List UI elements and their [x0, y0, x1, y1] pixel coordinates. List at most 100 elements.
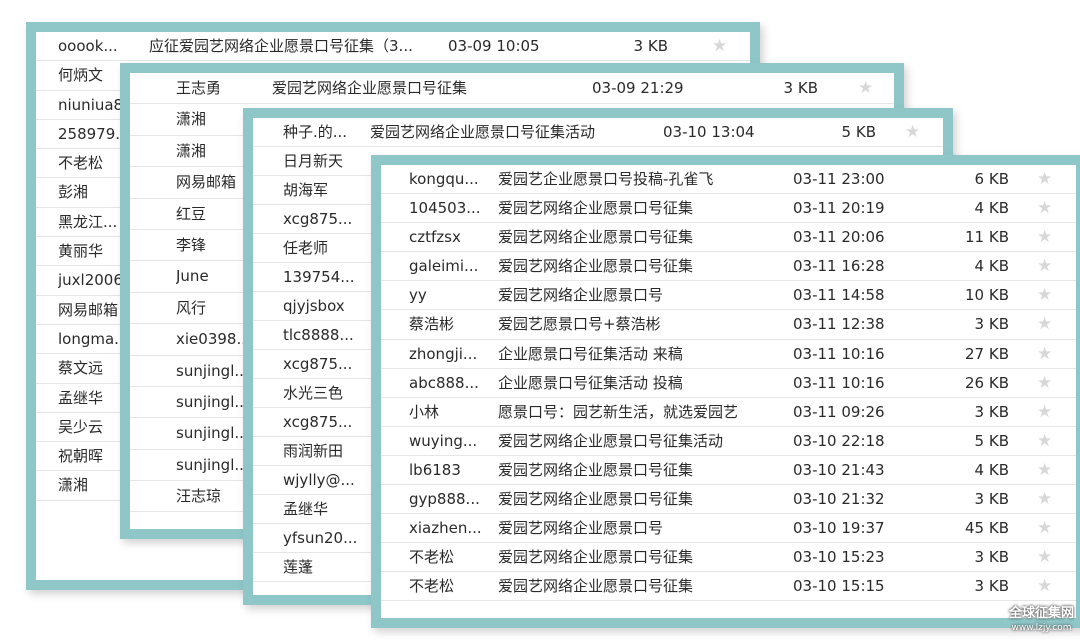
mail-row[interactable]: lb6183 爱园艺网络企业愿景口号征集 03-10 21:43 4 KB ★: [381, 456, 1076, 486]
size: 3 KB: [974, 548, 1009, 567]
date: 03-11 10:16: [793, 344, 885, 363]
date: 03-11 14:58: [793, 286, 885, 305]
size: 6 KB: [974, 170, 1009, 188]
mail-row[interactable]: 小林 愿景口号：园艺新生活，就选爱园艺 03-11 09:26 3 KB ★: [381, 398, 1076, 427]
sender: 蔡浩彬: [409, 315, 455, 334]
subject: 企业愿景口号征集活动 来稿: [498, 344, 683, 363]
mail-row[interactable]: galeimi... 爱园艺网络企业愿景口号征集 03-11 16:28 4 KB ★: [381, 252, 1076, 282]
size: 4 KB: [974, 199, 1009, 218]
mail-row[interactable]: yy 爱园艺网络企业愿景口号 03-11 14:58 10 KB ★: [381, 281, 1076, 311]
sender: gyp888...: [409, 490, 480, 509]
subject: 爱园艺网络企业愿景口号征集: [498, 490, 694, 509]
star-icon[interactable]: ★: [712, 32, 732, 60]
mail-row[interactable]: kongqu... 爱园艺企业愿景口号投稿-孔雀飞 03-11 23:00 6 KB ★: [381, 165, 1076, 195]
subject: 爱园艺网络企业愿景口号征集: [498, 460, 694, 479]
sender: abc888...: [409, 373, 479, 392]
star-icon[interactable]: ★: [1037, 572, 1057, 600]
mail-row[interactable]: zhongji... 企业愿景口号征集活动 来稿 03-11 10:16 27 KB ★: [381, 340, 1076, 369]
star-icon[interactable]: ★: [1037, 369, 1057, 397]
size: 11 KB: [965, 228, 1009, 247]
size: 3 KB: [974, 402, 1009, 421]
sender: tlc8888...: [283, 326, 354, 344]
star-icon[interactable]: ★: [1037, 340, 1057, 368]
star-icon[interactable]: ★: [1037, 252, 1057, 280]
size: 3 KB: [633, 37, 668, 55]
mail-row[interactable]: ooook... 应征爱园艺网络企业愿景口号征集（3... 03-09 10:05 3…: [36, 32, 750, 62]
subject: 爱园艺网络企业愿景口号征集活动: [370, 123, 596, 141]
star-icon[interactable]: ★: [1037, 165, 1057, 193]
star-icon[interactable]: ★: [1037, 310, 1057, 338]
date: 03-10 22:18: [793, 431, 885, 450]
star-icon[interactable]: ★: [1037, 514, 1057, 542]
sender: 胡海军: [283, 181, 329, 199]
sender: qjyjsbox: [283, 297, 345, 315]
size: 4 KB: [974, 257, 1009, 276]
star-icon[interactable]: ★: [1037, 427, 1057, 455]
sender: xiazhen...: [409, 519, 482, 538]
sender: xcg875...: [283, 413, 353, 431]
star-icon[interactable]: ★: [1037, 194, 1057, 222]
sender: 不老松: [409, 577, 455, 596]
date: 03-10 21:43: [793, 460, 885, 479]
mail-row[interactable]: 蔡浩彬 爱园艺愿景口号+蔡浩彬 03-11 12:38 3 KB ★: [381, 310, 1076, 340]
star-icon[interactable]: ★: [1037, 223, 1057, 251]
sender: yy: [409, 286, 427, 305]
sender: xcg875...: [283, 210, 353, 228]
subject: 爱园艺网络企业愿景口号征集活动: [498, 431, 724, 450]
star-icon[interactable]: ★: [1037, 543, 1057, 571]
sender: xcg875...: [283, 355, 353, 373]
mail-row[interactable]: 王志勇 爱园艺网络企业愿景口号征集 03-09 21:29 3 KB ★: [130, 73, 894, 105]
mail-row[interactable]: 104503... 爱园艺网络企业愿景口号征集 03-11 20:19 4 KB ★: [381, 194, 1076, 224]
size: 5 KB: [841, 123, 876, 141]
subject: 爱园艺网络企业愿景口号: [498, 286, 664, 305]
subject: 爱园艺网络企业愿景口号征集: [498, 577, 694, 596]
mail-row[interactable]: gyp888... 爱园艺网络企业愿景口号征集 03-10 21:32 3 KB ★: [381, 485, 1076, 515]
sender: zhongji...: [409, 344, 478, 363]
mail-row[interactable]: 种子.的... 爱园艺网络企业愿景口号征集活动 03-10 13:04 5 KB ★: [253, 118, 943, 147]
star-icon[interactable]: ★: [1037, 398, 1057, 426]
size: 45 KB: [965, 519, 1009, 538]
sender: ooook...: [58, 37, 118, 55]
sender: 任老师: [283, 239, 329, 257]
sender: kongqu...: [409, 170, 479, 188]
date: 03-11 20:06: [793, 228, 885, 247]
star-icon[interactable]: ★: [1037, 485, 1057, 513]
mail-row[interactable]: cztfzsx 爱园艺网络企业愿景口号征集 03-11 20:06 11 KB ★: [381, 223, 1076, 253]
date: 03-11 20:19: [793, 199, 885, 218]
mail-row[interactable]: xiazhen... 爱园艺网络企业愿景口号 03-10 19:37 45 KB ★: [381, 514, 1076, 544]
subject: 爱园艺网络企业愿景口号征集: [498, 228, 694, 247]
date: 03-10 15:23: [793, 548, 885, 567]
date: 03-11 16:28: [793, 257, 885, 276]
sender: 104503...: [409, 199, 481, 218]
star-icon[interactable]: ★: [905, 118, 925, 146]
sender: 日月新天: [283, 152, 344, 170]
mail-row[interactable]: 不老松 爱园艺网络企业愿景口号征集 03-10 15:15 3 KB ★: [381, 572, 1076, 602]
mail-row[interactable]: abc888... 企业愿景口号征集活动 投稿 03-11 10:16 26 KB ★: [381, 369, 1076, 398]
subject: 爱园艺网络企业愿景口号征集: [498, 257, 694, 276]
date: 03-11 23:00: [793, 170, 885, 188]
subject: 爱园艺网络企业愿景口号征集: [498, 548, 694, 567]
size: 3 KB: [974, 315, 1009, 334]
subject: 愿景口号：园艺新生活，就选爱园艺: [498, 402, 739, 421]
mail-row[interactable]: 不老松 爱园艺网络企业愿景口号征集 03-10 15:23 3 KB ★: [381, 543, 1076, 573]
size: 3 KB: [974, 490, 1009, 509]
star-icon[interactable]: ★: [1037, 281, 1057, 309]
size: 27 KB: [965, 344, 1009, 363]
size: 4 KB: [974, 460, 1009, 479]
sender: yfsun20...: [283, 529, 358, 547]
size: 5 KB: [974, 431, 1009, 450]
sender: 水光三色: [283, 384, 344, 402]
star-icon[interactable]: ★: [858, 73, 878, 103]
size: 3 KB: [783, 79, 818, 97]
subject: 企业愿景口号征集活动 投稿: [498, 373, 683, 392]
mail-row[interactable]: wuying... 爱园艺网络企业愿景口号征集活动 03-10 22:18 5 KB ★: [381, 427, 1076, 456]
watermark-name: 全球征集网: [1008, 606, 1074, 621]
sender: 种子.的...: [283, 123, 348, 141]
sender: 雨润新田: [283, 442, 344, 460]
subject: 爱园艺网络企业愿景口号: [498, 519, 664, 538]
date: 03-10 21:32: [793, 490, 885, 509]
sender: 139754...: [283, 268, 355, 286]
size: 10 KB: [965, 286, 1009, 305]
mail-window-4: kongqu... 爱园艺企业愿景口号投稿-孔雀飞 03-11 23:00 6 KB ★…: [371, 155, 1080, 628]
star-icon[interactable]: ★: [1037, 456, 1057, 484]
